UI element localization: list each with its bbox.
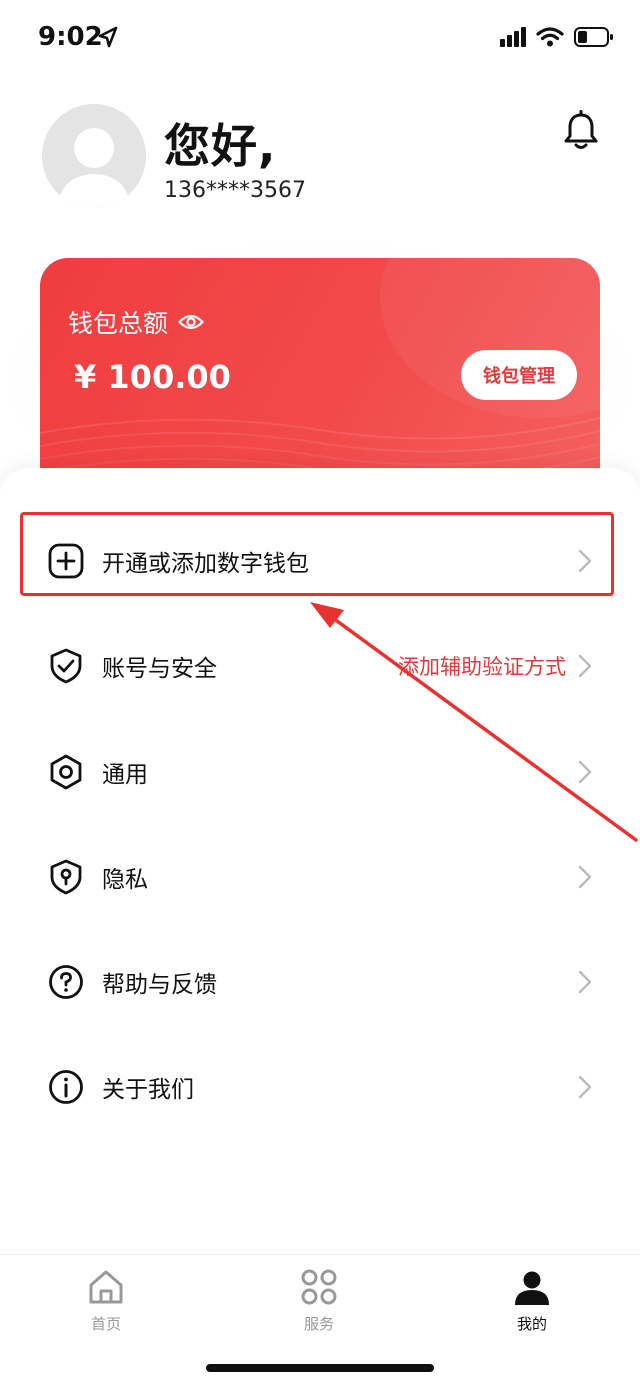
- menu-item-add-wallet[interactable]: 开通或添加数字钱包: [0, 518, 640, 604]
- chevron-right-icon: [578, 865, 592, 889]
- menu-item-general[interactable]: 通用: [0, 729, 640, 815]
- phone-number: 136****3567: [164, 178, 306, 203]
- question-circle-icon: [49, 965, 83, 999]
- menu-item-label: 帮助与反馈: [102, 972, 217, 998]
- user-icon: [515, 1271, 549, 1305]
- chevron-right-icon: [578, 549, 592, 573]
- chevron-right-icon: [578, 1075, 592, 1099]
- menu-item-label: 隐私: [102, 867, 148, 893]
- menu-item-account-security[interactable]: 账号与安全 添加辅助验证方式: [0, 623, 640, 709]
- hexagon-settings-icon: [50, 754, 82, 790]
- bell-icon[interactable]: [562, 110, 600, 152]
- shield-check-icon: [50, 648, 82, 684]
- shield-lock-icon: [50, 859, 82, 895]
- tab-mine[interactable]: 我的: [472, 1267, 592, 1334]
- home-icon: [89, 1270, 123, 1304]
- menu-item-help-feedback[interactable]: 帮助与反馈: [0, 939, 640, 1025]
- wallet-card[interactable]: 钱包总额 ¥ 100.00 钱包管理: [40, 258, 600, 498]
- status-time: 9:02: [38, 22, 103, 52]
- menu-item-label: 通用: [102, 762, 148, 788]
- tab-label: 首页: [90, 1315, 121, 1333]
- tab-home[interactable]: 首页: [46, 1267, 166, 1334]
- chevron-right-icon: [578, 760, 592, 784]
- wallet-amount: ¥ 100.00: [74, 358, 231, 396]
- menu-item-hint: 添加辅助验证方式: [398, 655, 566, 679]
- chevron-right-icon: [578, 970, 592, 994]
- wifi-icon: [536, 27, 564, 47]
- wallet-manage-button[interactable]: 钱包管理: [461, 350, 577, 400]
- plus-square-icon: [48, 543, 84, 579]
- menu-item-privacy[interactable]: 隐私: [0, 834, 640, 920]
- signal-icon: [500, 27, 526, 47]
- menu-item-label: 关于我们: [102, 1077, 194, 1103]
- grid-services-icon: [301, 1269, 337, 1305]
- eye-icon[interactable]: [178, 312, 205, 332]
- battery-icon: [574, 27, 613, 47]
- wallet-total-label: 钱包总额: [68, 304, 205, 340]
- menu-item-label: 开通或添加数字钱包: [102, 551, 309, 577]
- chevron-right-icon: [578, 654, 592, 678]
- home-indicator: [206, 1364, 434, 1372]
- menu-item-about-us[interactable]: 关于我们: [0, 1044, 640, 1130]
- avatar[interactable]: [42, 104, 146, 208]
- default-avatar-icon: [42, 104, 146, 208]
- menu-item-label: 账号与安全: [102, 656, 217, 682]
- location-arrow-icon: [98, 26, 118, 48]
- info-circle-icon: [49, 1070, 83, 1104]
- tab-label: 服务: [303, 1315, 334, 1333]
- tab-services[interactable]: 服务: [259, 1267, 379, 1334]
- tab-label: 我的: [516, 1315, 547, 1333]
- greeting-title: 您好,: [164, 119, 277, 173]
- wallet-label-text: 钱包总额: [68, 309, 169, 338]
- status-bar: 9:02: [0, 0, 640, 80]
